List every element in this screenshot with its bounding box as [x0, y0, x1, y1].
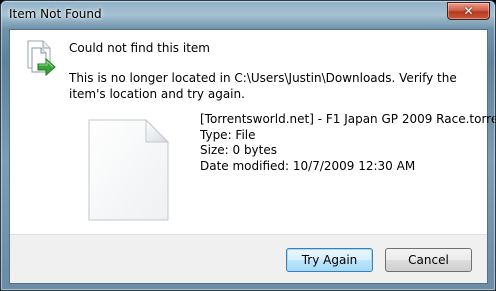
- file-name: [Torrentsworld.net] - F1 Japan GP 2009 R…: [200, 112, 496, 126]
- dialog-heading: Could not find this item: [69, 41, 210, 55]
- cancel-button[interactable]: Cancel: [385, 248, 472, 272]
- try-again-button[interactable]: Try Again: [286, 248, 373, 272]
- dialog-window: Item Not Found ✕ Could not find this ite…: [0, 0, 496, 291]
- file-details: [Torrentsworld.net] - F1 Japan GP 2009 R…: [200, 112, 496, 174]
- title-bar[interactable]: Item Not Found ✕: [1, 1, 495, 29]
- close-button[interactable]: ✕: [447, 2, 490, 20]
- file-date-modified: Date modified: 10/7/2009 12:30 AM: [200, 158, 416, 173]
- file-type: Type: File: [200, 127, 256, 142]
- dialog-body: Could not find this item This is no long…: [9, 29, 496, 284]
- window-title: Item Not Found: [9, 7, 102, 21]
- close-icon: ✕: [463, 4, 474, 18]
- file-size: Size: 0 bytes: [200, 143, 277, 157]
- document-move-icon: [27, 40, 56, 77]
- dialog-message: This is no longer located in C:\Users\Ju…: [69, 71, 457, 101]
- blank-document-icon: [88, 118, 170, 221]
